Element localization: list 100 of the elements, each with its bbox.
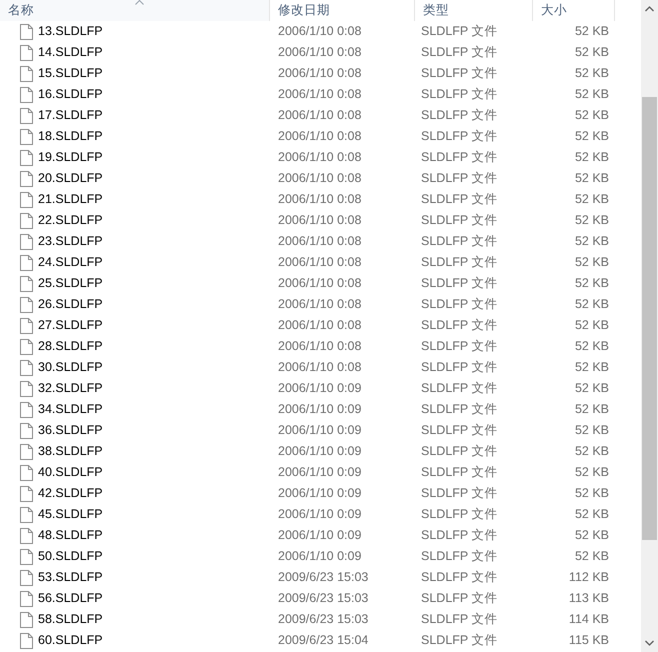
file-name[interactable]: 42.SLDLFP (38, 484, 103, 503)
modified-date: 2006/1/10 0:08 (278, 297, 362, 312)
file-icon (20, 548, 33, 564)
file-name[interactable]: 14.SLDLFP (38, 43, 103, 62)
file-name[interactable]: 16.SLDLFP (38, 85, 103, 104)
file-name[interactable]: 24.SLDLFP (38, 253, 103, 272)
file-icon (20, 506, 33, 522)
file-name[interactable]: 30.SLDLFP (38, 358, 103, 377)
file-size: 52 KB (574, 65, 609, 82)
file-name[interactable]: 45.SLDLFP (38, 505, 103, 524)
file-size: 52 KB (574, 128, 609, 146)
file-name[interactable]: 27.SLDLFP (38, 316, 103, 335)
file-icon (20, 486, 33, 502)
file-type: SLDLFP 文件 (421, 24, 498, 38)
file-size: 52 KB (574, 296, 609, 314)
file-icon (20, 380, 33, 396)
file-icon (20, 276, 33, 292)
modified-date: 2006/1/10 0:09 (278, 528, 362, 542)
modified-date: 2006/1/10 0:08 (278, 213, 362, 228)
file-size: 52 KB (574, 170, 609, 188)
modified-date: 2006/1/10 0:08 (278, 45, 362, 60)
file-type: SLDLFP 文件 (421, 150, 498, 164)
file-name[interactable]: 34.SLDLFP (38, 400, 103, 419)
file-icon (20, 170, 33, 186)
file-type: SLDLFP 文件 (421, 276, 498, 290)
scrollbar[interactable] (641, 0, 658, 652)
file-name[interactable]: 48.SLDLFP (38, 526, 103, 545)
file-size: 52 KB (574, 548, 609, 566)
modified-date: 2006/1/10 0:09 (278, 423, 362, 438)
file-type: SLDLFP 文件 (421, 360, 498, 374)
file-name[interactable]: 21.SLDLFP (38, 190, 103, 209)
modified-date: 2009/6/23 15:03 (278, 570, 368, 584)
file-size: 52 KB (574, 338, 609, 356)
file-icon (20, 422, 33, 438)
file-icon (20, 528, 33, 544)
file-name[interactable]: 25.SLDLFP (38, 274, 103, 293)
file-name[interactable]: 19.SLDLFP (38, 148, 103, 167)
file-icon (20, 590, 33, 606)
file-type: SLDLFP 文件 (421, 66, 498, 80)
file-name[interactable]: 22.SLDLFP (38, 211, 103, 230)
file-type: SLDLFP 文件 (421, 108, 498, 122)
file-icon (20, 254, 33, 270)
file-size: 52 KB (574, 149, 609, 166)
modified-date: 2006/1/10 0:09 (278, 507, 362, 522)
file-type: SLDLFP 文件 (421, 633, 498, 648)
file-name[interactable]: 50.SLDLFP (38, 547, 103, 566)
modified-date: 2009/6/23 15:03 (278, 591, 368, 606)
file-size: 52 KB (574, 317, 609, 334)
file-name[interactable]: 20.SLDLFP (38, 169, 103, 188)
modified-date: 2006/1/10 0:08 (278, 150, 362, 164)
file-name[interactable]: 60.SLDLFP (38, 631, 103, 650)
file-icon (20, 128, 33, 144)
scroll-thumb[interactable] (642, 97, 657, 540)
modified-date: 2006/1/10 0:08 (278, 192, 362, 206)
file-name[interactable]: 13.SLDLFP (38, 22, 103, 41)
file-name[interactable]: 36.SLDLFP (38, 421, 103, 440)
file-type: SLDLFP 文件 (421, 297, 498, 312)
file-icon (20, 24, 33, 40)
file-icon (20, 66, 33, 82)
file-name[interactable]: 15.SLDLFP (38, 64, 103, 83)
column-header[interactable]: 名称 (0, 0, 270, 21)
modified-date: 2006/1/10 0:09 (278, 381, 362, 396)
file-type: SLDLFP 文件 (421, 612, 498, 626)
file-name[interactable]: 28.SLDLFP (38, 337, 103, 356)
file-name[interactable]: 40.SLDLFP (38, 463, 103, 482)
file-name[interactable]: 17.SLDLFP (38, 106, 103, 125)
modified-date: 2006/1/10 0:08 (278, 24, 362, 38)
file-icon (20, 338, 33, 354)
file-name[interactable]: 56.SLDLFP (38, 589, 103, 608)
file-icon (20, 108, 33, 124)
file-icon (20, 570, 33, 586)
file-name[interactable]: 38.SLDLFP (38, 442, 103, 461)
file-name[interactable]: 18.SLDLFP (38, 127, 103, 146)
file-icon (20, 464, 33, 480)
file-name[interactable]: 53.SLDLFP (38, 568, 103, 587)
file-name[interactable]: 26.SLDLFP (38, 295, 103, 314)
file-icon (20, 612, 33, 628)
file-type: SLDLFP 文件 (421, 129, 498, 144)
file-type: SLDLFP 文件 (421, 528, 498, 542)
file-size: 52 KB (574, 485, 609, 502)
file-icon (20, 234, 33, 250)
modified-date: 2006/1/10 0:09 (278, 486, 362, 500)
file-size: 52 KB (574, 443, 609, 460)
file-name[interactable]: 23.SLDLFP (38, 232, 103, 251)
file-type: SLDLFP 文件 (421, 339, 498, 354)
file-type: SLDLFP 文件 (421, 465, 498, 480)
file-icon (20, 86, 33, 102)
file-size: 52 KB (574, 191, 609, 208)
file-name[interactable]: 32.SLDLFP (38, 379, 103, 398)
file-size: 114 KB (568, 611, 609, 628)
file-icon (20, 150, 33, 166)
scroll-down-icon[interactable] (645, 640, 654, 646)
file-size: 52 KB (574, 464, 609, 482)
scroll-up-icon[interactable] (645, 6, 654, 12)
file-name[interactable]: 58.SLDLFP (38, 610, 103, 629)
file-type: SLDLFP 文件 (421, 318, 498, 332)
file-type: SLDLFP 文件 (421, 444, 498, 458)
file-icon (20, 192, 33, 208)
modified-date: 2006/1/10 0:08 (278, 360, 362, 374)
file-icon (20, 360, 33, 376)
